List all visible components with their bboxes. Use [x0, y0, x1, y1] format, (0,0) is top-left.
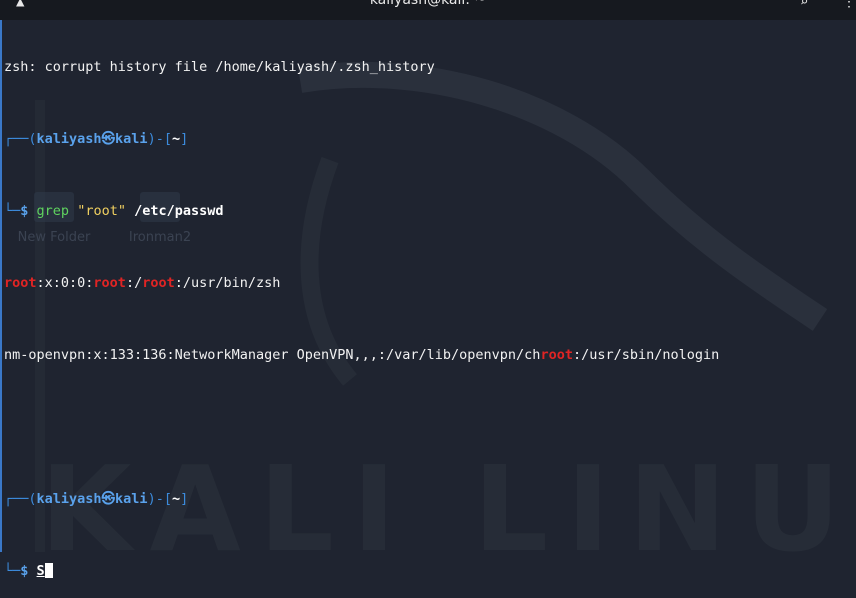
terminal-output[interactable]: zsh: corrupt history file /home/kaliyash…	[4, 22, 856, 598]
prompt-host: kali	[115, 491, 148, 507]
output-text: :/usr/bin/zsh	[174, 275, 281, 291]
output-line-openvpn: nm-openvpn:x:133:136:NetworkManager Open…	[4, 346, 856, 364]
command-line: └─$ grep "root" /etc/passwd	[4, 202, 856, 220]
prompt-at: ㉿	[101, 491, 116, 507]
current-input[interactable]: S	[37, 563, 45, 579]
match-root: root	[142, 275, 175, 291]
window-left-border	[0, 20, 2, 552]
text-cursor	[44, 563, 53, 578]
history-warning: zsh: corrupt history file /home/kaliyash…	[4, 59, 435, 75]
match-root: root	[93, 275, 126, 291]
command-file: /etc/passwd	[134, 203, 224, 219]
window-title: kaliyash@kali: ~	[369, 0, 487, 8]
prompt-corner: ┌──(	[4, 491, 37, 507]
prompt-symbol: $	[20, 563, 29, 579]
prompt-at: ㉿	[101, 131, 116, 147]
output-text: nm-openvpn:x:133:136:NetworkManager Open…	[4, 347, 541, 363]
prompt-line-top: ┌──(kaliyash㉿kali)-[~]	[4, 130, 856, 148]
output-line-root: root:x:0:0:root:/root:/usr/bin/zsh	[4, 274, 856, 292]
prompt-sep: )-[	[147, 491, 172, 507]
output-text: :x:0:0:	[36, 275, 94, 291]
title-bar: ▲ kaliyash@kali: ~ ⌕ ⋮	[0, 0, 856, 20]
prompt-corner-bottom: └─	[4, 563, 21, 579]
prompt-corner: ┌──(	[4, 131, 37, 147]
prompt-corner-bottom: └─	[4, 203, 21, 219]
prompt-symbol: $	[20, 203, 29, 219]
match-root: root	[4, 275, 37, 291]
search-icon[interactable]: ⌕	[800, 0, 808, 10]
command-name: grep	[36, 203, 70, 219]
prompt-sep: )-[	[147, 131, 172, 147]
prompt-dir: ~	[171, 131, 181, 147]
output-text: :/	[125, 275, 143, 291]
command-pattern: "root"	[77, 203, 126, 219]
prompt-line-top: ┌──(kaliyash㉿kali)-[~]	[4, 490, 856, 508]
output-text: :/usr/sbin/nologin	[572, 347, 720, 363]
more-options-icon[interactable]: ⋮	[842, 0, 856, 10]
match-root: root	[540, 347, 573, 363]
prompt-host: kali	[115, 131, 148, 147]
input-line[interactable]: └─$ S	[4, 562, 856, 580]
prompt-user: kaliyash	[36, 491, 102, 507]
prompt-dir: ~	[171, 491, 181, 507]
prompt-close: ]	[180, 491, 189, 507]
prompt-close: ]	[180, 131, 189, 147]
prompt-user: kaliyash	[36, 131, 102, 147]
